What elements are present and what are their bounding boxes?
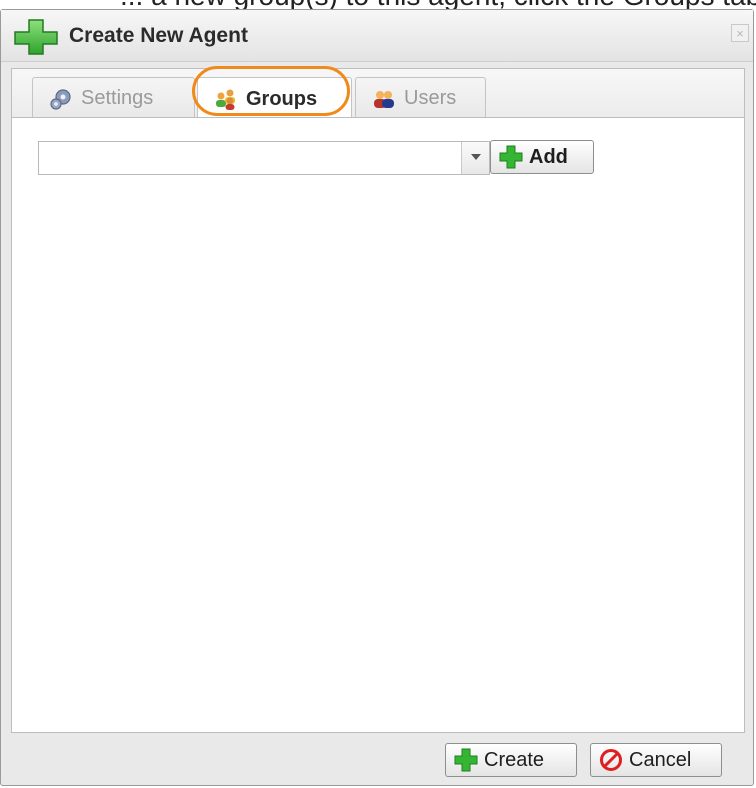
dialog-titlebar: Create New Agent × xyxy=(1,10,753,62)
tab-users-label: Users xyxy=(404,87,457,109)
tab-settings[interactable]: Settings xyxy=(32,77,195,119)
dialog-title: Create New Agent xyxy=(69,24,248,47)
create-button[interactable]: Create xyxy=(445,743,577,777)
groups-icon xyxy=(216,89,235,110)
tab-bar: Settings Groups Users xyxy=(11,68,745,120)
cancel-button[interactable]: Cancel xyxy=(590,743,722,777)
users-icon xyxy=(374,90,394,108)
gear-icon xyxy=(50,88,71,110)
tab-settings-label: Settings xyxy=(81,87,154,109)
group-select-dropdown-button[interactable] xyxy=(461,142,489,174)
tab-users[interactable]: Users xyxy=(355,77,486,119)
add-group-button[interactable]: Add xyxy=(490,140,594,174)
add-icon xyxy=(14,19,58,55)
add-icon xyxy=(499,145,523,169)
cancel-button-label: Cancel xyxy=(629,748,692,771)
cancel-icon xyxy=(600,749,622,771)
tab-groups[interactable]: Groups xyxy=(197,77,352,120)
tab-groups-label: Groups xyxy=(246,87,318,110)
create-button-label: Create xyxy=(484,748,545,771)
close-button[interactable]: × xyxy=(731,24,749,42)
add-button-label: Add xyxy=(529,145,568,168)
groups-panel: Add xyxy=(11,117,745,733)
group-select[interactable] xyxy=(38,141,490,175)
add-icon xyxy=(454,748,478,772)
chevron-down-icon xyxy=(471,154,481,160)
create-agent-dialog: Create New Agent × Settings Groups Users… xyxy=(0,9,754,786)
